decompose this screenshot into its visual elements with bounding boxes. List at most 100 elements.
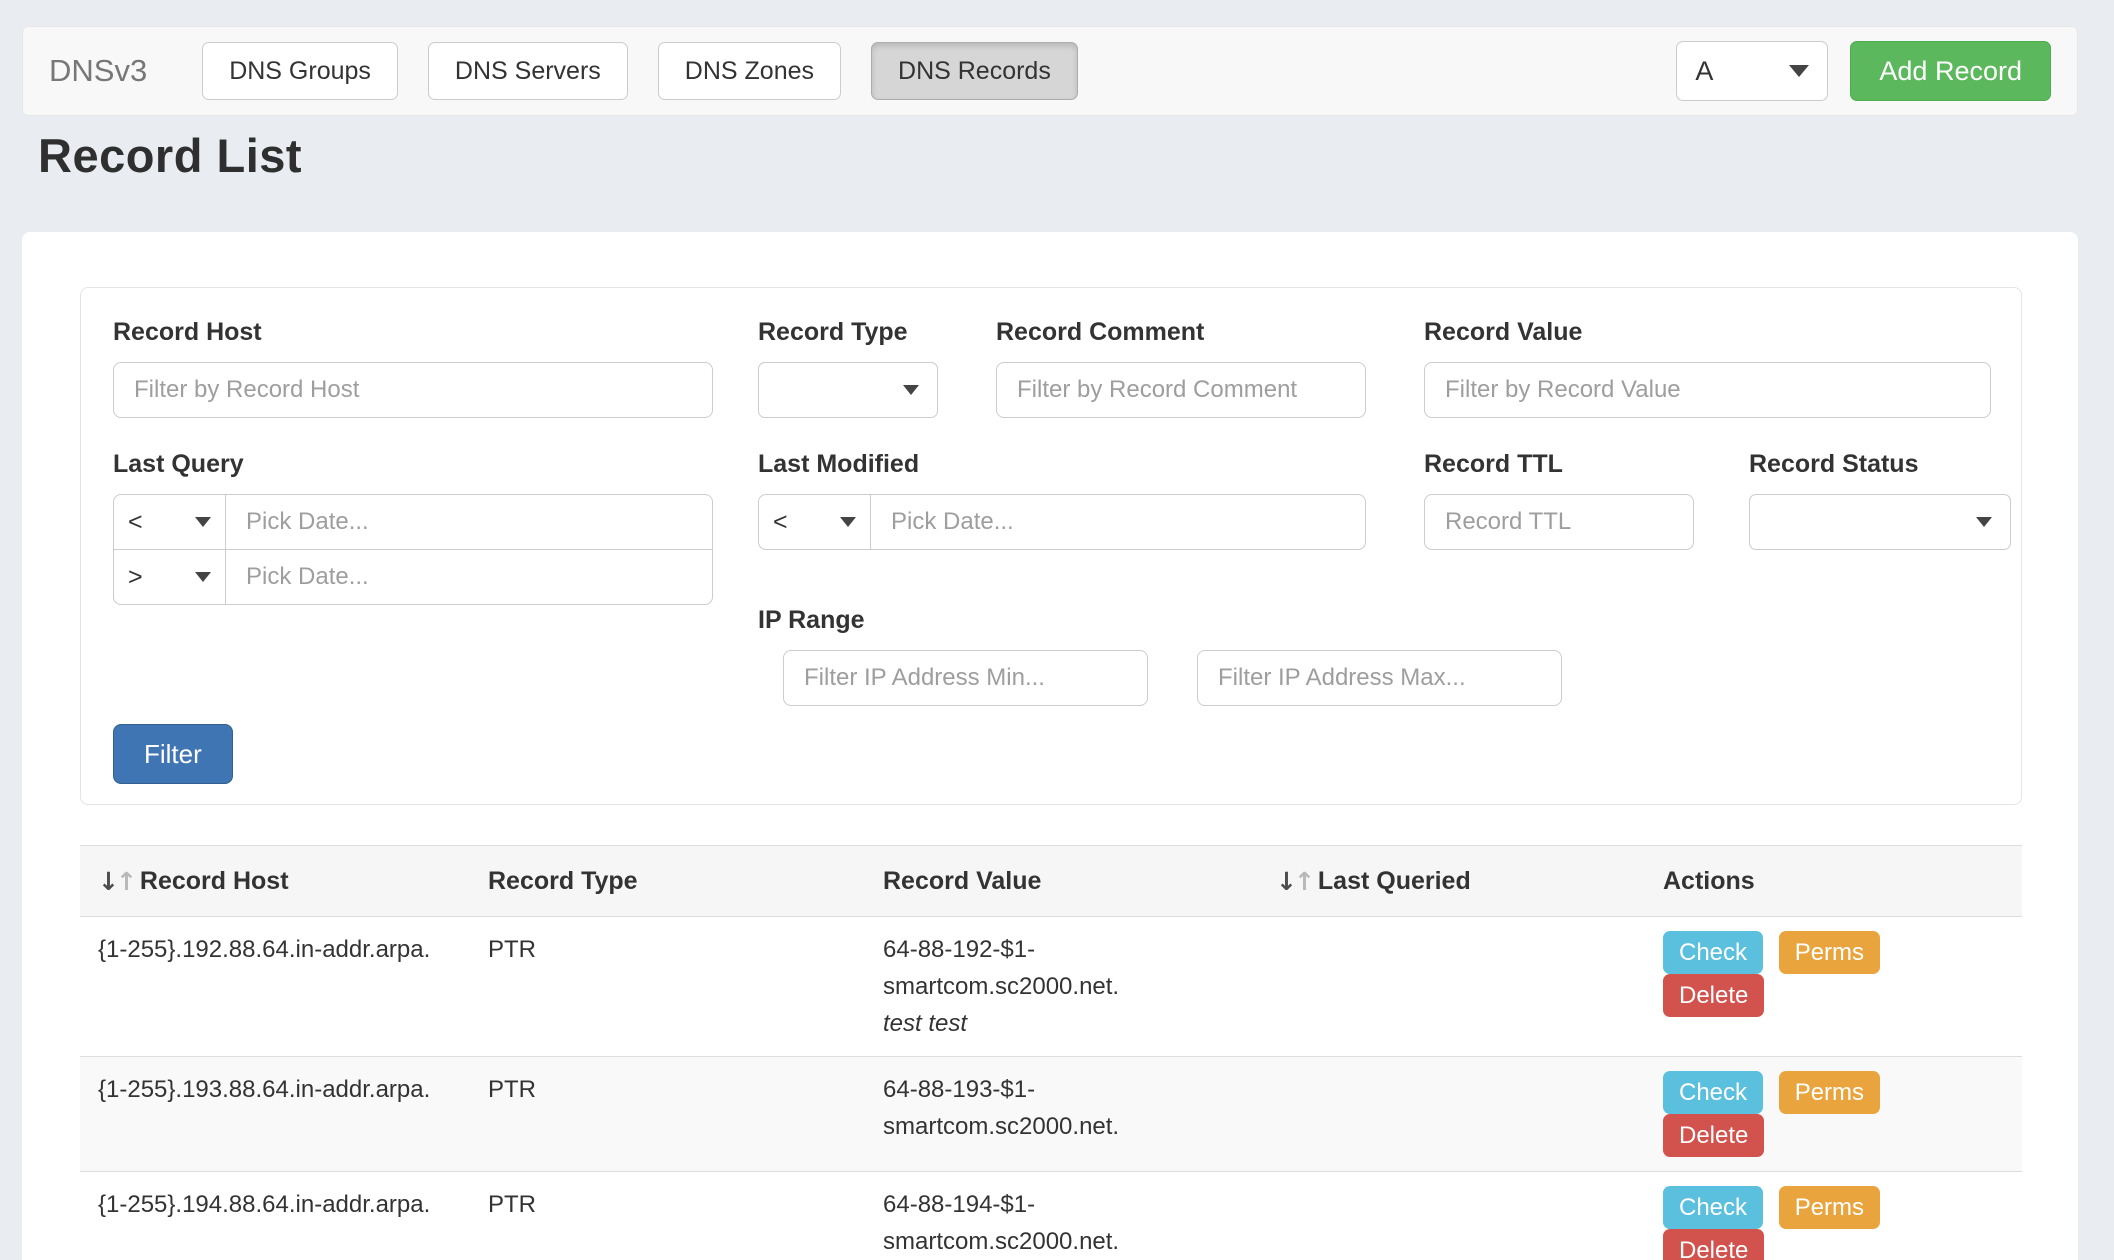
filter-group-record-host: Record Host	[113, 318, 713, 418]
cell-record-value: 64-88-192-$1- smartcom.sc2000.net. test …	[865, 917, 1258, 1056]
last-query-lt-operator-value: <	[128, 508, 143, 537]
table-header-row: ↓↑ Record Host Record Type Record Value …	[80, 845, 2022, 917]
cell-actions: Check Perms Delete	[1645, 1057, 2022, 1171]
chevron-down-icon	[840, 517, 856, 527]
chevron-down-icon	[903, 385, 919, 395]
tab-dns-records[interactable]: DNS Records	[871, 42, 1078, 100]
cell-record-type: PTR	[470, 1172, 865, 1260]
ip-range-label: IP Range	[758, 606, 1758, 635]
last-query-gt-operator-value: >	[128, 563, 143, 592]
record-value-line: smartcom.sc2000.net.	[883, 1223, 1240, 1260]
record-comment-label: Record Comment	[996, 318, 1366, 347]
delete-button[interactable]: Delete	[1663, 1229, 1764, 1260]
check-button[interactable]: Check	[1663, 1071, 1763, 1114]
ip-range-inputs	[783, 650, 1758, 706]
cell-actions: Check Perms Delete	[1645, 917, 2022, 1056]
cell-record-host: {1-255}.192.88.64.in-addr.arpa.	[80, 917, 470, 1056]
last-query-lt-operator-select[interactable]: <	[113, 494, 225, 550]
filter-button[interactable]: Filter	[113, 724, 233, 784]
th-last-queried[interactable]: ↓↑ Last Queried	[1258, 867, 1645, 896]
page-title: Record List	[38, 128, 302, 183]
ip-address-max-input[interactable]	[1197, 650, 1562, 706]
chevron-down-icon	[1789, 65, 1809, 77]
chevron-down-icon	[195, 517, 211, 527]
record-type-select[interactable]: A	[1676, 41, 1828, 101]
content-card: Record Host Record Type Record Comment R…	[22, 232, 2078, 1260]
ip-address-min-input[interactable]	[783, 650, 1148, 706]
th-record-type: Record Type	[470, 867, 865, 896]
sort-asc-icon: ↑	[1294, 867, 1312, 896]
perms-button[interactable]: Perms	[1779, 1071, 1880, 1114]
cell-record-type: PTR	[470, 917, 865, 1056]
record-value-line: 64-88-192-$1-	[883, 931, 1240, 968]
record-value-line: smartcom.sc2000.net.	[883, 968, 1240, 1005]
add-record-button[interactable]: Add Record	[1850, 41, 2051, 101]
filter-group-last-query: Last Query < >	[113, 450, 713, 605]
th-actions: Actions	[1645, 867, 2022, 896]
record-value-input[interactable]	[1424, 362, 1991, 418]
record-type-label: Record Type	[758, 318, 938, 347]
th-record-value: Record Value	[865, 867, 1258, 896]
last-modified-group: <	[758, 494, 1366, 550]
sort-icon: ↓↑	[1276, 867, 1312, 896]
record-comment-input[interactable]	[996, 362, 1366, 418]
navbar: DNSv3 DNS Groups DNS Servers DNS Zones D…	[22, 26, 2078, 116]
cell-last-queried	[1258, 1057, 1645, 1171]
last-modified-label: Last Modified	[758, 450, 1366, 479]
record-value-line: 64-88-193-$1-	[883, 1071, 1240, 1108]
cell-record-host: {1-255}.193.88.64.in-addr.arpa.	[80, 1057, 470, 1171]
record-ttl-label: Record TTL	[1424, 450, 1694, 479]
filter-group-ip-range: IP Range	[758, 606, 1758, 706]
sort-desc-icon: ↓	[1276, 867, 1294, 896]
perms-button[interactable]: Perms	[1779, 1186, 1880, 1229]
filter-group-record-value: Record Value	[1424, 318, 1991, 418]
record-value-label: Record Value	[1424, 318, 1991, 347]
last-query-lt-group: <	[113, 494, 713, 550]
filter-group-last-modified: Last Modified <	[758, 450, 1366, 550]
delete-button[interactable]: Delete	[1663, 974, 1764, 1017]
records-table: ↓↑ Record Host Record Type Record Value …	[80, 845, 2022, 1260]
sort-icon: ↓↑	[98, 867, 134, 896]
cell-record-value: 64-88-193-$1- smartcom.sc2000.net.	[865, 1057, 1258, 1171]
check-button[interactable]: Check	[1663, 1186, 1763, 1229]
last-query-lt-date-input[interactable]	[225, 494, 713, 550]
record-comment-text: test test	[883, 1005, 1240, 1042]
cell-record-value: 64-88-194-$1- smartcom.sc2000.net.	[865, 1172, 1258, 1260]
table-row: {1-255}.194.88.64.in-addr.arpa. PTR 64-8…	[80, 1172, 2022, 1260]
delete-button[interactable]: Delete	[1663, 1114, 1764, 1157]
filter-group-record-ttl: Record TTL	[1424, 450, 1694, 550]
brand[interactable]: DNSv3	[49, 53, 147, 89]
record-value-line: 64-88-194-$1-	[883, 1186, 1240, 1223]
record-type-filter-select[interactable]	[758, 362, 938, 418]
filter-group-record-comment: Record Comment	[996, 318, 1366, 418]
tab-dns-servers[interactable]: DNS Servers	[428, 42, 628, 100]
chevron-down-icon	[195, 572, 211, 582]
th-record-host[interactable]: ↓↑ Record Host	[80, 867, 470, 896]
tab-dns-groups[interactable]: DNS Groups	[202, 42, 398, 100]
record-type-select-value: A	[1695, 56, 1713, 87]
filter-group-record-type: Record Type	[758, 318, 938, 418]
th-record-host-label: Record Host	[140, 867, 289, 896]
record-host-input[interactable]	[113, 362, 713, 418]
cell-actions: Check Perms Delete	[1645, 1172, 2022, 1260]
record-ttl-input[interactable]	[1424, 494, 1694, 550]
sort-desc-icon: ↓	[98, 867, 116, 896]
cell-last-queried	[1258, 1172, 1645, 1260]
last-modified-operator-select[interactable]: <	[758, 494, 870, 550]
last-query-gt-operator-select[interactable]: >	[113, 549, 225, 605]
record-status-label: Record Status	[1749, 450, 2011, 479]
filter-panel: Record Host Record Type Record Comment R…	[80, 287, 2022, 805]
last-query-label: Last Query	[113, 450, 713, 479]
perms-button[interactable]: Perms	[1779, 931, 1880, 974]
cell-last-queried	[1258, 917, 1645, 1056]
record-value-line: smartcom.sc2000.net.	[883, 1108, 1240, 1145]
record-status-select[interactable]	[1749, 494, 2011, 550]
last-query-gt-group: >	[113, 549, 713, 605]
sort-asc-icon: ↑	[116, 867, 134, 896]
check-button[interactable]: Check	[1663, 931, 1763, 974]
last-modified-date-input[interactable]	[870, 494, 1366, 550]
th-last-queried-label: Last Queried	[1318, 867, 1471, 896]
tab-dns-zones[interactable]: DNS Zones	[658, 42, 841, 100]
last-query-gt-date-input[interactable]	[225, 549, 713, 605]
chevron-down-icon	[1976, 517, 1992, 527]
